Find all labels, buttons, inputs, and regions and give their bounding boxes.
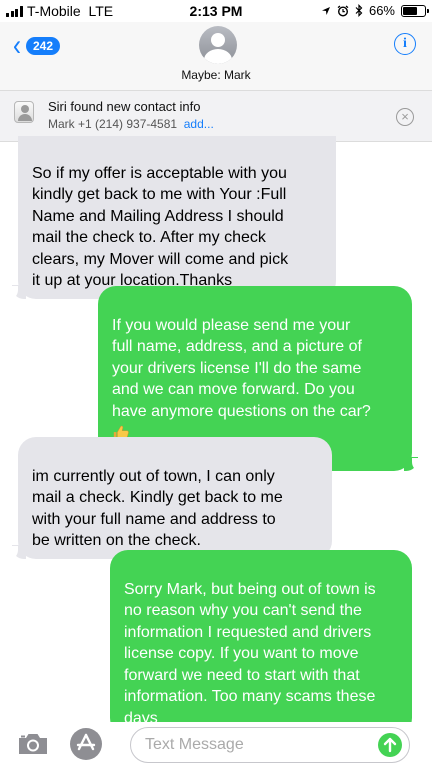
camera-icon[interactable] [17,732,49,756]
status-bar: T-Mobile LTE 2:13 PM 66% [0,0,432,22]
back-button[interactable]: ‹ 242 [12,29,61,62]
app-store-icon [76,733,96,751]
message-text: If you would please send me your full na… [112,316,371,420]
contact-name[interactable]: Maybe: Mark [0,68,432,82]
conversation-header: ‹ 242 Maybe: Mark i [0,22,432,90]
message-text: im currently out of town, I can only mai… [32,467,283,550]
arrow-up-icon [383,737,397,753]
add-contact-link[interactable]: add... [184,117,214,131]
message-input-bar [0,722,432,768]
suggested-contact-number: Mark +1 (214) 937-4581 [48,117,178,131]
chevron-left-icon: ‹ [13,29,21,62]
message-text: Sorry Mark, but being out of town is no … [124,580,376,727]
message-input[interactable] [130,727,410,763]
message-text: So if my offer is acceptable with you ki… [32,164,289,290]
info-button[interactable]: i [394,33,416,55]
battery-percent: 66% [368,3,395,18]
received-message-bubble[interactable]: im currently out of town, I can only mai… [8,437,332,559]
battery-icon [401,4,429,17]
close-icon[interactable]: × [396,108,414,126]
contact-card-icon [14,101,34,123]
siri-suggestion-banner: Siri found new contact info Mark +1 (214… [0,90,432,142]
received-message-bubble[interactable]: So if my offer is acceptable with you ki… [8,136,336,299]
location-arrow-icon [321,6,330,15]
person-silhouette-icon [211,33,225,47]
battery-level [403,6,417,15]
sent-message-bubble[interactable]: Sorry Mark, but being out of town is no … [110,550,422,737]
app-store-button[interactable] [70,728,102,760]
unread-count-badge: 242 [26,37,61,55]
siri-suggestion-subtitle: Mark +1 (214) 937-4581 add... [48,117,214,131]
send-button[interactable] [378,733,402,757]
bluetooth-icon [355,4,363,17]
siri-suggestion-title: Siri found new contact info [48,99,201,114]
person-silhouette-body [204,49,232,64]
contact-avatar[interactable] [199,26,237,64]
status-icons: 66% [321,3,429,18]
alarm-icon [337,4,349,17]
